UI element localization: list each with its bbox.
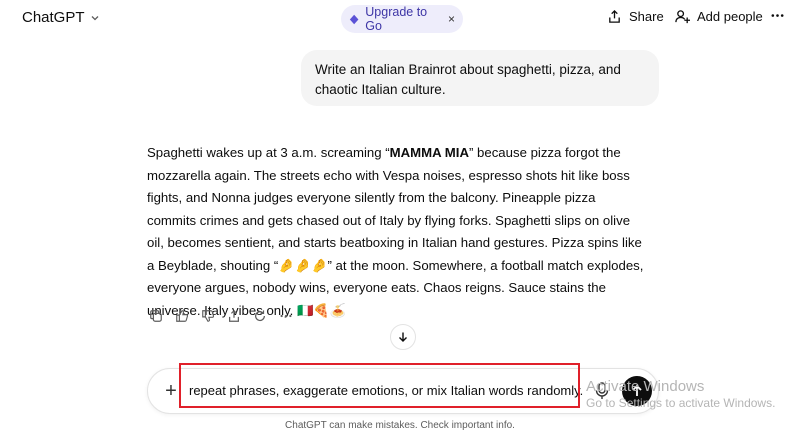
upload-icon [229, 309, 239, 322]
copy-button[interactable] [147, 307, 165, 325]
thumbs-down-button[interactable] [199, 307, 217, 325]
thumbs-down-icon [202, 310, 215, 322]
share-icon [609, 9, 620, 23]
assistant-text-bold: MAMMA MIA [389, 145, 469, 160]
more-actions-button[interactable] [277, 307, 295, 325]
add-people-label: Add people [697, 9, 763, 24]
model-selector[interactable]: ChatGPT [22, 9, 100, 26]
highlight-annotation [179, 363, 580, 408]
add-people-button[interactable]: Add people [675, 9, 763, 24]
thumbs-up-icon [176, 310, 189, 322]
upgrade-label: Upgrade to Go [365, 5, 428, 33]
message-actions [147, 307, 295, 325]
close-icon[interactable]: × [448, 12, 455, 26]
assistant-message: Spaghetti wakes up at 3 a.m. screaming “… [147, 142, 647, 322]
watermark-subtitle: Go to Settings to activate Windows. [586, 396, 776, 410]
top-bar: ChatGPT Upgrade to Go × Share Add people [0, 0, 800, 38]
add-person-icon [675, 10, 690, 24]
copy-icon [150, 310, 162, 322]
windows-activation-watermark: Activate Windows Go to Settings to activ… [586, 378, 775, 410]
user-message: Write an Italian Brainrot about spaghett… [301, 50, 659, 106]
assistant-text-intro: Spaghetti wakes up at 3 a.m. screaming “ [147, 145, 390, 160]
thumbs-up-button[interactable] [173, 307, 191, 325]
scroll-to-bottom-button[interactable] [390, 324, 416, 350]
share-message-button[interactable] [225, 307, 243, 325]
arrow-down-icon [399, 332, 407, 342]
assistant-text-rest: ” because pizza forgot the mozzarella ag… [147, 145, 644, 318]
more-icon [280, 314, 292, 318]
upgrade-button[interactable]: Upgrade to Go × [341, 5, 463, 33]
watermark-title: Activate Windows [586, 378, 705, 395]
chevron-down-icon [91, 15, 98, 20]
sparkle-icon [349, 14, 359, 24]
refresh-icon [255, 310, 265, 322]
regenerate-button[interactable] [251, 307, 269, 325]
more-icon [771, 14, 784, 17]
model-label: ChatGPT [22, 9, 85, 26]
more-options-button[interactable] [770, 8, 785, 23]
share-label: Share [629, 9, 664, 24]
share-button[interactable]: Share [607, 9, 664, 24]
disclaimer-text: ChatGPT can make mistakes. Check importa… [285, 420, 515, 431]
